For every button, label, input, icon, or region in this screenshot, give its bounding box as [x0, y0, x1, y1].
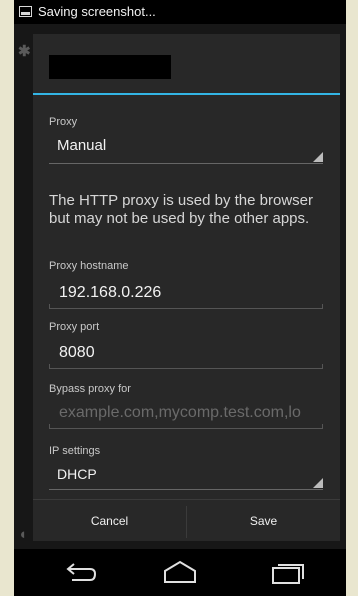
bypass-input[interactable]: example.com,mycomp.test.com,lo	[59, 404, 321, 422]
dialog-button-bar: Cancel Save	[33, 499, 340, 542]
background-app-icon: ◖	[18, 526, 28, 543]
screenshot-icon	[19, 6, 32, 17]
hostname-input[interactable]: 192.168.0.226	[59, 284, 161, 302]
back-icon[interactable]	[64, 559, 100, 585]
recent-apps-icon[interactable]	[270, 559, 306, 585]
ip-settings-underline	[49, 489, 323, 490]
bypass-underline	[49, 424, 323, 429]
proxy-info-text: The HTTP proxy is used by the browser bu…	[49, 192, 313, 227]
ip-settings-dropdown-arrow-icon[interactable]	[313, 478, 323, 488]
home-icon[interactable]	[162, 559, 198, 585]
proxy-spinner-underline	[49, 163, 323, 164]
proxy-label: Proxy	[49, 116, 78, 128]
port-underline	[49, 364, 323, 369]
port-input[interactable]: 8080	[59, 344, 95, 362]
title-divider	[33, 93, 340, 95]
save-button[interactable]: Save	[187, 500, 340, 542]
proxy-settings-dialog: Proxy Manual The HTTP proxy is used by t…	[33, 34, 340, 541]
ip-settings-label: IP settings	[49, 445, 101, 457]
redacted-title	[49, 55, 171, 79]
port-label: Proxy port	[49, 321, 100, 333]
navigation-bar	[14, 549, 346, 596]
cancel-button[interactable]: Cancel	[33, 500, 186, 542]
status-text: Saving screenshot...	[38, 4, 156, 19]
proxy-spinner[interactable]: Manual	[57, 137, 106, 154]
hostname-label: Proxy hostname	[49, 260, 129, 272]
background-settings-icon: ✱	[18, 43, 31, 60]
dialog-title-area	[33, 34, 340, 94]
proxy-dropdown-arrow-icon[interactable]	[313, 152, 323, 162]
status-bar: Saving screenshot...	[14, 0, 346, 24]
hostname-underline	[49, 304, 323, 309]
bypass-label: Bypass proxy for	[49, 383, 131, 395]
ip-settings-spinner[interactable]: DHCP	[57, 466, 97, 482]
phone-screen: Saving screenshot... ✱ ◖ Proxy Manual Th…	[14, 0, 346, 596]
